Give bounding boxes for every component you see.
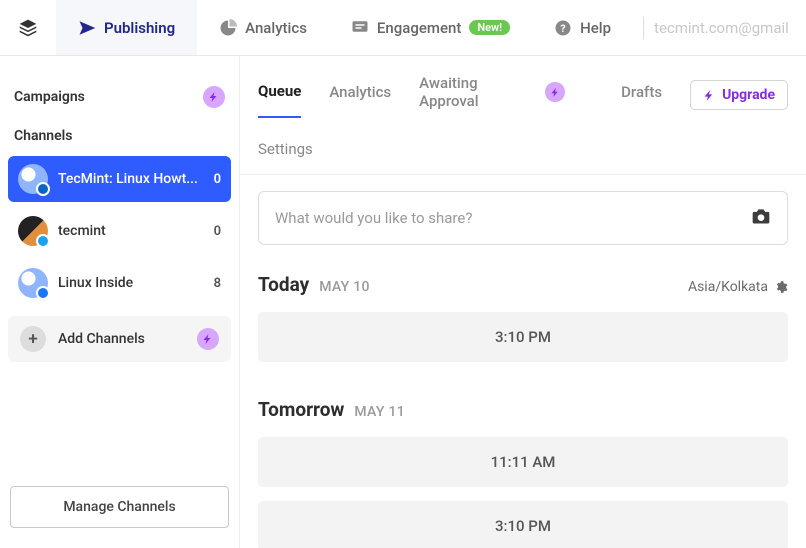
twitter-icon bbox=[36, 234, 50, 248]
tab-awaiting-approval[interactable]: Awaiting Approval bbox=[419, 74, 565, 126]
timezone-label: Asia/Kolkata bbox=[688, 279, 768, 295]
sidebar-campaigns-heading[interactable]: Campaigns bbox=[0, 76, 239, 118]
timezone-control[interactable]: Asia/Kolkata bbox=[688, 279, 788, 295]
tabs: Queue Analytics Awaiting Approval Drafts… bbox=[240, 56, 806, 126]
nav-label: Analytics bbox=[245, 19, 307, 37]
chat-icon bbox=[351, 19, 369, 37]
schedule-day-header: Tomorrow MAY 11 bbox=[240, 370, 806, 431]
gear-icon bbox=[774, 280, 788, 294]
main-content: Queue Analytics Awaiting Approval Drafts… bbox=[240, 56, 806, 548]
sidebar: Campaigns Channels TecMint: Linux Howt..… bbox=[0, 56, 240, 548]
avatar bbox=[18, 268, 48, 298]
sidebar-channels-heading: Channels bbox=[0, 118, 239, 154]
channel-item[interactable]: Linux Inside 8 bbox=[8, 260, 231, 306]
facebook-icon bbox=[36, 286, 50, 300]
nav-help[interactable]: ? Help bbox=[532, 0, 633, 55]
bolt-icon bbox=[703, 89, 716, 102]
day-date: MAY 11 bbox=[354, 404, 405, 420]
channel-label: tecmint bbox=[58, 223, 204, 239]
channel-label: TecMint: Linux Howt... bbox=[58, 171, 204, 187]
composer-placeholder: What would you like to share? bbox=[275, 209, 472, 227]
add-channels-button[interactable]: + Add Channels bbox=[8, 316, 231, 362]
tab-drafts[interactable]: Drafts bbox=[621, 83, 662, 111]
camera-icon[interactable] bbox=[751, 206, 771, 230]
app-logo[interactable] bbox=[0, 0, 56, 55]
tab-queue[interactable]: Queue bbox=[258, 82, 301, 118]
day-date: MAY 10 bbox=[319, 279, 370, 295]
channel-item[interactable]: tecmint 0 bbox=[8, 208, 231, 254]
nav-label: Help bbox=[580, 19, 611, 37]
bolt-icon bbox=[203, 86, 225, 108]
composer-input[interactable]: What would you like to share? bbox=[258, 191, 788, 245]
subtab-settings[interactable]: Settings bbox=[240, 126, 806, 175]
avatar bbox=[18, 164, 48, 194]
plus-icon: + bbox=[20, 326, 46, 352]
nav-analytics[interactable]: Analytics bbox=[197, 0, 329, 55]
account-email[interactable]: tecmint.com@gmail bbox=[654, 19, 793, 37]
campaigns-label: Campaigns bbox=[14, 89, 85, 105]
schedule-slot[interactable]: 3:10 PM bbox=[258, 312, 788, 362]
nav-publishing[interactable]: Publishing bbox=[56, 0, 197, 55]
nav-engagement[interactable]: Engagement New! bbox=[329, 0, 532, 55]
channels-label: Channels bbox=[14, 128, 73, 144]
manage-channels-button[interactable]: Manage Channels bbox=[10, 486, 229, 528]
new-badge: New! bbox=[469, 20, 510, 35]
svg-text:?: ? bbox=[560, 21, 565, 34]
nav-separator bbox=[643, 17, 644, 39]
linkedin-icon bbox=[36, 182, 50, 196]
channel-count: 8 bbox=[214, 276, 221, 291]
paper-plane-icon bbox=[78, 19, 96, 37]
tab-analytics[interactable]: Analytics bbox=[329, 83, 391, 117]
channel-item[interactable]: TecMint: Linux Howt... 0 bbox=[8, 156, 231, 202]
tab-label: Awaiting Approval bbox=[419, 74, 539, 110]
channel-count: 0 bbox=[214, 172, 221, 187]
add-channels-label: Add Channels bbox=[58, 331, 185, 347]
pie-chart-icon bbox=[219, 19, 237, 37]
day-title: Tomorrow bbox=[258, 398, 344, 421]
bolt-icon bbox=[197, 328, 219, 350]
nav-label: Publishing bbox=[104, 19, 175, 37]
schedule-slot[interactable]: 3:10 PM bbox=[258, 501, 788, 548]
upgrade-button[interactable]: Upgrade bbox=[690, 80, 788, 110]
channel-label: Linux Inside bbox=[58, 275, 204, 291]
channel-count: 0 bbox=[214, 224, 221, 239]
day-title: Today bbox=[258, 273, 309, 296]
schedule-day-header: Today MAY 10 Asia/Kolkata bbox=[240, 245, 806, 306]
question-circle-icon: ? bbox=[554, 19, 572, 37]
bolt-icon bbox=[545, 82, 565, 102]
layers-icon bbox=[18, 18, 38, 38]
avatar bbox=[18, 216, 48, 246]
schedule-slot[interactable]: 11:11 AM bbox=[258, 437, 788, 487]
upgrade-label: Upgrade bbox=[722, 87, 775, 103]
nav-label: Engagement bbox=[377, 19, 461, 37]
top-nav: Publishing Analytics Engagement New! ? H… bbox=[0, 0, 806, 56]
